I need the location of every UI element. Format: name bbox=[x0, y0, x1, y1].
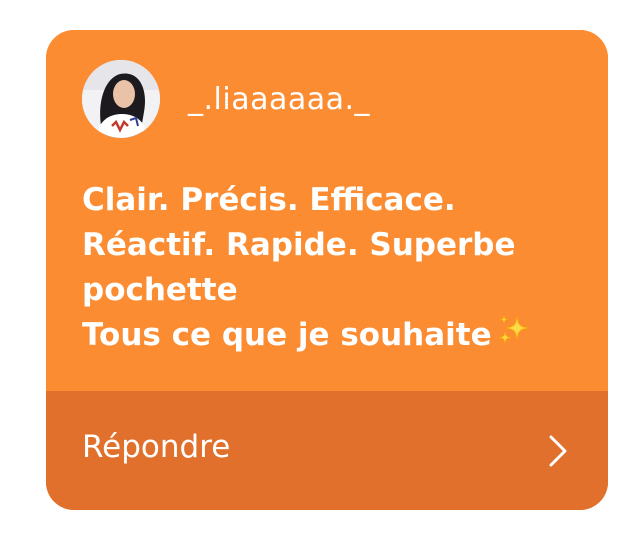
message-line: Réactif. Rapide. Superbe bbox=[82, 227, 516, 263]
review-card: _.liaaaaaa._ Clair. Précis. Efficace. Ré… bbox=[46, 30, 608, 510]
message-line-last: Tous ce que je souhaite bbox=[82, 313, 582, 361]
author-header: _.liaaaaaa._ bbox=[82, 60, 370, 138]
message-line: Clair. Précis. Efficace. bbox=[82, 182, 456, 218]
chevron-right-icon bbox=[548, 434, 568, 468]
sparkles-icon bbox=[496, 314, 530, 361]
message-line-text: Tous ce que je souhaite bbox=[82, 317, 492, 353]
reply-label: Répondre bbox=[82, 429, 231, 465]
reply-button[interactable]: Répondre bbox=[46, 391, 608, 510]
message-line: pochette bbox=[82, 272, 238, 308]
username[interactable]: _.liaaaaaa._ bbox=[188, 82, 370, 117]
review-body: _.liaaaaaa._ Clair. Précis. Efficace. Ré… bbox=[46, 30, 608, 391]
avatar[interactable] bbox=[82, 60, 160, 138]
review-message: Clair. Précis. Efficace. Réactif. Rapide… bbox=[82, 178, 582, 361]
